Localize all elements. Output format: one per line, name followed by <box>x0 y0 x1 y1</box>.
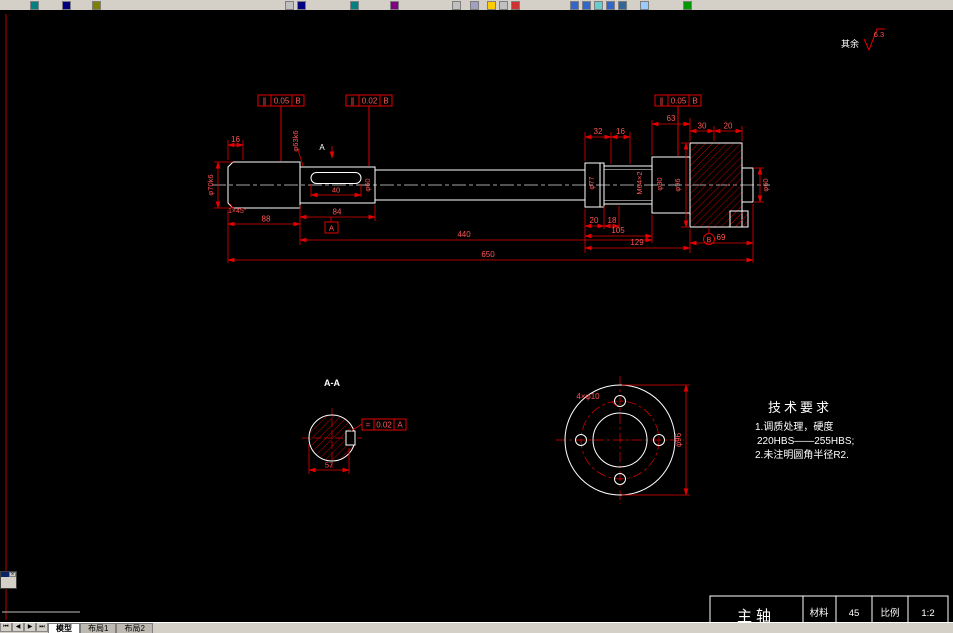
redo-icon[interactable] <box>297 1 306 10</box>
dim-57: 57 <box>325 461 333 470</box>
tab-scroll-last-button[interactable]: ⏭ <box>36 623 48 632</box>
section-tol-value: 0.02 <box>376 421 392 430</box>
dim-105: 105 <box>611 226 625 235</box>
tech-req-title: 技术要求 <box>768 400 832 415</box>
tab-model[interactable]: 模型 <box>48 623 80 633</box>
rectangle-icon[interactable] <box>618 1 627 10</box>
datum-marks: A A B <box>319 143 715 245</box>
dim-dia-stub: φ60 <box>761 178 770 191</box>
undo-icon[interactable] <box>285 1 294 10</box>
dim-16: 16 <box>231 135 240 144</box>
line-icon[interactable] <box>570 1 579 10</box>
title-block-part-name: 主轴 <box>737 608 775 623</box>
dim-20b: 20 <box>590 216 599 225</box>
dim-thread: M64×2 <box>635 171 644 194</box>
dim-dia-key: φ63k6 <box>291 130 300 151</box>
dim-16b: 16 <box>616 127 625 136</box>
surface-roughness-note: 其余 6.3 <box>841 28 885 52</box>
surface-note-label: 其余 <box>841 38 859 49</box>
dim-84: 84 <box>333 208 342 217</box>
tol2-value: 0.02 <box>362 97 378 106</box>
dim-32: 32 <box>594 127 603 136</box>
dim-30: 30 <box>698 122 707 131</box>
tol2-datum: B <box>383 97 388 106</box>
osnap-icon[interactable] <box>511 1 520 10</box>
dim-dia-collar: φ77 <box>587 176 596 189</box>
pan-icon[interactable] <box>350 1 359 10</box>
sheet-frame <box>2 14 80 620</box>
tol1-datum: B <box>295 97 300 106</box>
title-block-scale-value: 1:2 <box>921 608 934 619</box>
drawing-canvas[interactable]: 其余 6.3 ∥ 0.05 B ∥ 0.02 B ∥ 0.05 B 16 32 … <box>0 10 953 623</box>
tab-layout2[interactable]: 布局2 <box>116 623 153 633</box>
tab-scroll-first-button[interactable]: ⏮ <box>0 623 12 632</box>
section-view-aa: A-A 57 = 0.02 A <box>302 378 407 474</box>
title-block-scale-label: 比例 <box>880 607 899 619</box>
new-icon[interactable] <box>30 1 39 10</box>
tol3-datum: B <box>692 97 697 106</box>
diameter-dimension-texts: φ70k6 φ63k6 φ60 φ77 M64×2 φ80 φ96 φ60 <box>206 130 770 195</box>
circle-icon[interactable] <box>594 1 603 10</box>
cad-application-window: { "toolbar": { "icons": ["new-icon","ope… <box>0 0 953 633</box>
tol1-symbol: ∥ <box>263 97 267 106</box>
title-block-material-label: 材料 <box>809 607 829 619</box>
grid-icon[interactable] <box>499 1 508 10</box>
dimension-icon[interactable] <box>683 1 692 10</box>
dim-650: 650 <box>481 250 495 259</box>
dim-88: 88 <box>262 215 271 224</box>
section-cut-letter: A <box>319 143 325 152</box>
hatch-icon[interactable] <box>640 1 649 10</box>
dim-dia-left: φ70k6 <box>206 174 215 195</box>
minimized-command-window[interactable]: × <box>0 571 17 589</box>
layers-icon[interactable] <box>452 1 461 10</box>
top-dimension-texts: 16 32 16 63 30 20 <box>231 114 733 144</box>
dim-20: 20 <box>724 122 733 131</box>
properties-icon[interactable] <box>470 1 479 10</box>
section-tol-datum: A <box>397 421 403 430</box>
layout-tab-bar: ⏮ ◀ ▶ ⏭ 模型 布局1 布局2 <box>0 622 953 633</box>
flange-end-view: 4×φ10 φ96 <box>556 376 690 504</box>
dim-440: 440 <box>457 230 471 239</box>
tolerance-frames <box>257 94 702 166</box>
datum-b-label: B <box>707 237 712 244</box>
dim-18: 18 <box>608 216 617 225</box>
top-toolbar <box>0 0 953 10</box>
tab-layout1[interactable]: 布局1 <box>80 623 117 633</box>
title-block-material-value: 45 <box>849 608 860 619</box>
section-tol-symbol: = <box>366 421 371 430</box>
tech-req-line1: 1.调质处理，硬度 <box>755 420 833 433</box>
tol1-value: 0.05 <box>274 97 290 106</box>
tech-req-line3: 2.未注明圆角半径R2. <box>755 448 849 461</box>
tolerance-frame-texts: ∥ 0.05 B ∥ 0.02 B ∥ 0.05 B <box>263 97 698 106</box>
section-title: A-A <box>324 378 340 388</box>
dim-dia-pre: φ80 <box>655 177 664 190</box>
datum-a-label: A <box>329 224 334 233</box>
open-icon[interactable] <box>62 1 71 10</box>
dim-40: 40 <box>332 186 340 195</box>
tab-scroll-next-button[interactable]: ▶ <box>24 623 36 632</box>
dim-63: 63 <box>667 114 676 123</box>
polyline-icon[interactable] <box>582 1 591 10</box>
shaft-drawing: 其余 6.3 ∥ 0.05 B ∥ 0.02 B ∥ 0.05 B 16 32 … <box>2 14 949 623</box>
zoom-icon[interactable] <box>390 1 399 10</box>
lock-icon[interactable] <box>487 1 496 10</box>
tab-scroll-prev-button[interactable]: ◀ <box>12 623 24 632</box>
dim-dia-flange: φ96 <box>673 178 682 191</box>
tech-req-line2: 220HBS——255HBS; <box>757 436 854 447</box>
dim-69: 69 <box>717 233 726 242</box>
tol3-value: 0.05 <box>671 97 687 106</box>
tol2-symbol: ∥ <box>351 97 355 106</box>
dim-129: 129 <box>630 238 644 247</box>
dim-flange-outer: φ96 <box>674 432 683 447</box>
tol3-symbol: ∥ <box>660 97 664 106</box>
arc-icon[interactable] <box>606 1 615 10</box>
technical-requirements: 技术要求 1.调质处理，硬度 220HBS——255HBS; 2.未注明圆角半径… <box>755 400 854 461</box>
save-icon[interactable] <box>92 1 101 10</box>
dim-bolt-holes: 4×φ10 <box>576 392 600 401</box>
surface-note-value: 6.3 <box>874 30 884 39</box>
close-icon[interactable]: × <box>9 572 16 578</box>
title-block: 主轴 材料 45 比例 1:2 <box>709 595 949 623</box>
dim-dia-mid: φ60 <box>363 178 372 191</box>
